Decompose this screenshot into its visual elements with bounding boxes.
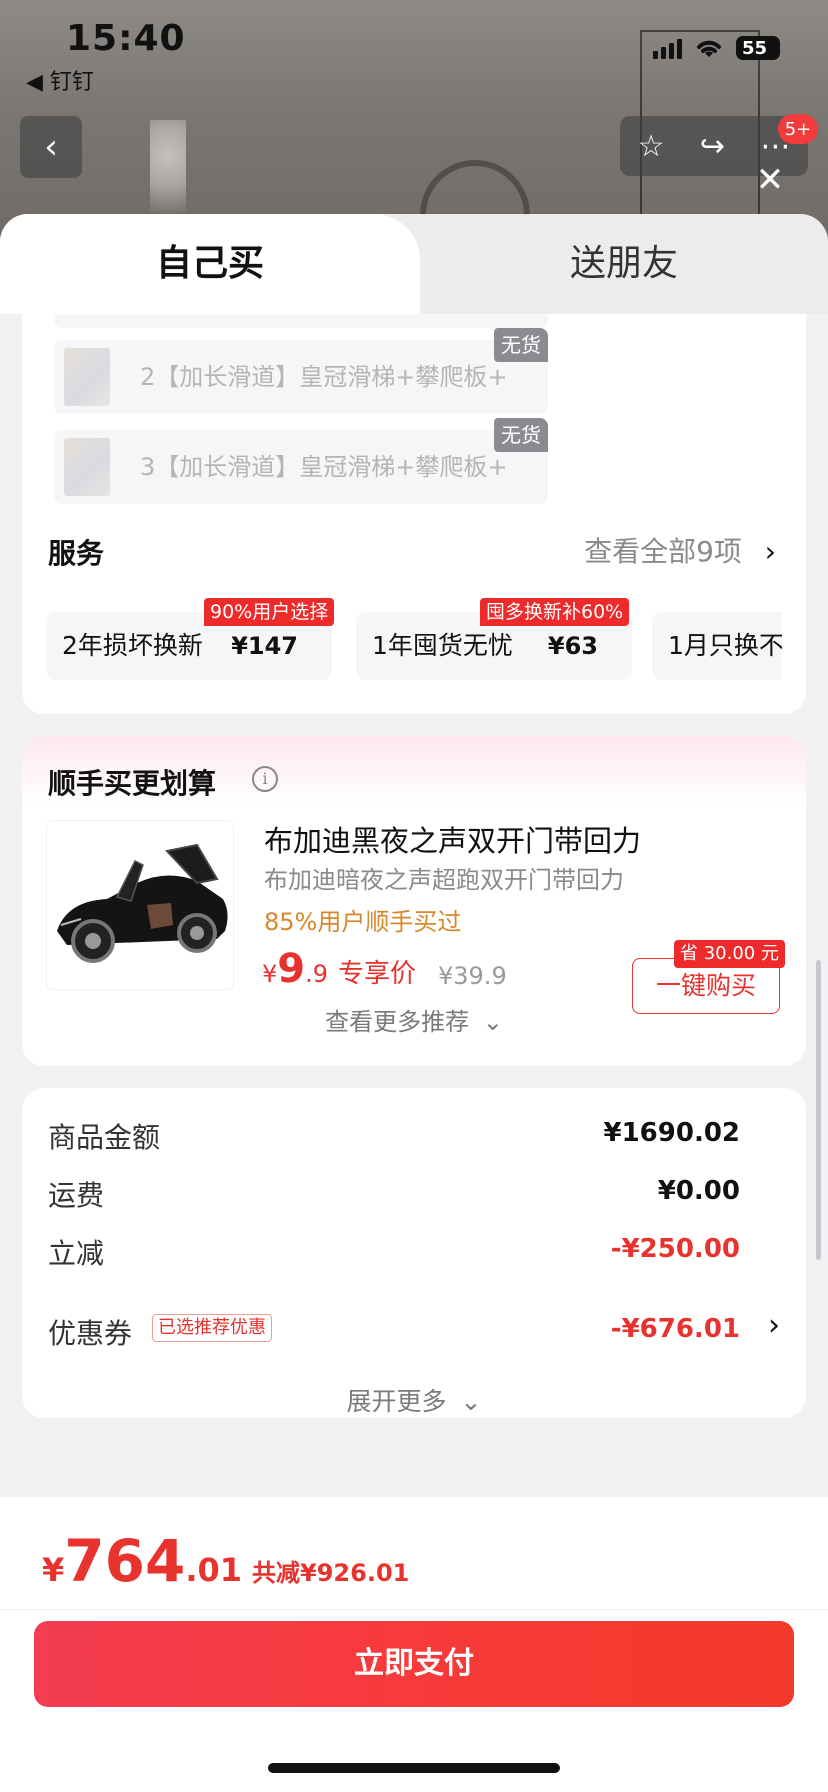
services-title: 服务 [48,537,105,570]
sku-option-partial[interactable] [54,314,548,328]
sku-option[interactable]: 3【加长滑道】皇冠滑梯+攀爬板+ 无货 [54,418,548,504]
chevron-down-icon: ⌄ [460,1387,482,1416]
more-recommendations-link[interactable]: 查看更多推荐 ⌄ [22,1002,806,1037]
status-time: 15:40 [66,18,186,59]
product-options-card: 2【加长滑道】皇冠滑梯+攀爬板+ 无货 3【加长滑道】皇冠滑梯+攀爬板+ 无货 … [22,314,806,714]
battery-icon: 55 [736,36,780,60]
expand-more-link[interactable]: 展开更多 ⌄ [22,1382,806,1418]
total-currency: ¥ [42,1551,65,1589]
upsell-product-name[interactable]: 布加迪黑夜之声双开门带回力 [264,818,641,860]
purchase-tabs: 自己买 送朋友 [0,214,828,314]
sku-option-label: 2【加长滑道】皇冠滑梯+攀爬板+ [140,363,508,391]
upsell-price: ¥9.9 专享价 [262,946,416,992]
upsell-product-subtitle: 布加迪暗夜之声超跑双开门带回力 [264,866,624,894]
service-popular-tag: 90%用户选择 [204,598,335,626]
share-icon[interactable]: ↪ [700,129,725,164]
notification-badge: 5+ [778,114,818,144]
summary-label: 商品金额 [48,1121,161,1154]
price-currency: ¥ [262,960,278,988]
order-summary-card: 商品金额 ¥1690.02 运费 ¥0.00 立减 -¥250.00 优惠券 已… [22,1088,806,1418]
service-promo-tag: 囤多换新补60% [480,598,630,626]
services-view-all-label: 查看全部9项 [584,535,742,568]
service-option[interactable]: 1月只换不修 [652,612,782,680]
back-to-app-link[interactable]: ◀ 钉钉 [26,64,94,96]
sku-thumbnail [64,348,110,406]
coupon-recommended-tag: 已选推荐优惠 [152,1314,272,1342]
total-saved: 共减¥926.01 [252,1559,410,1587]
star-icon[interactable]: ☆ [638,129,665,164]
total-price: ¥764.01 共减¥926.01 [42,1527,409,1595]
chevron-right-icon: › [764,535,776,568]
upsell-users-note: 85%用户顺手买过 [264,908,462,936]
summary-label[interactable]: 优惠券 [48,1312,132,1352]
savings-tag: 省 30.00 元 [674,940,785,968]
summary-value: ¥0.00 [657,1176,740,1206]
sku-option-label: 3【加长滑道】皇冠滑梯+攀爬板+ [140,453,508,481]
price-decimal: .9 [305,960,329,988]
summary-value-discount: -¥250.00 [610,1234,740,1264]
pay-now-button[interactable]: 立即支付 [34,1621,794,1707]
service-name: 2年损坏换新 [62,631,203,660]
back-button[interactable]: ‹ [20,116,82,178]
chevron-down-icon: ⌄ [482,1008,503,1036]
tab-gift-friend[interactable]: 送朋友 [420,214,828,314]
tab-buy-myself[interactable]: 自己买 [0,214,420,314]
chevron-left-icon: ‹ [44,127,58,167]
close-icon[interactable]: ✕ [750,160,790,200]
wifi-icon [697,40,721,57]
checkout-bar: ¥764.01 共减¥926.01 立即支付 [0,1497,828,1792]
more-recommendations-label: 查看更多推荐 [325,1008,470,1036]
services-view-all-link[interactable]: 查看全部9项 › [584,530,776,570]
status-indicators: 55 [653,36,780,60]
home-indicator[interactable] [268,1763,560,1773]
battery-level: 55 [742,37,768,59]
summary-value: ¥1690.02 [603,1118,740,1148]
scrollbar[interactable] [816,960,821,1260]
divider [0,1609,828,1610]
total-integer: 764 [64,1527,186,1595]
chevron-right-icon[interactable]: › [768,1308,780,1343]
expand-more-label: 展开更多 [346,1387,447,1416]
cellular-signal-icon [653,37,682,59]
info-icon[interactable]: i [252,766,278,792]
upsell-original-price: ¥39.9 [438,962,507,990]
upsell-title: 顺手买更划算 [48,767,217,800]
summary-value-coupon[interactable]: -¥676.01 [611,1314,740,1344]
toy-car-image [57,843,228,963]
upsell-card: 顺手买更划算 i 布加迪黑夜之声双开门带回力 布加迪暗夜之声超跑双开门带回力 8… [22,736,806,1066]
service-name: 1月只换不修 [668,631,782,660]
summary-label: 立减 [48,1237,105,1270]
sku-option[interactable]: 2【加长滑道】皇冠滑梯+攀爬板+ 无货 [54,328,548,414]
price-integer: 9 [277,946,306,992]
summary-label: 运费 [48,1179,105,1212]
upsell-product-image[interactable] [46,820,234,990]
total-decimal: .01 [185,1551,243,1589]
price-label: 专享价 [338,959,417,989]
out-of-stock-badge: 无货 [494,418,548,452]
services-list: 2年损坏换新 ¥147 1年囤货无忧 ¥63 1月只换不修 [46,612,782,682]
out-of-stock-badge: 无货 [494,328,548,362]
sku-thumbnail [64,438,110,496]
